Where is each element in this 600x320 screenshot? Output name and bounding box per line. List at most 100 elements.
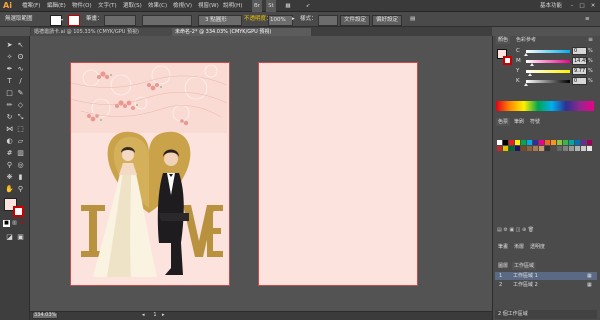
eraser-tool-icon[interactable]: ◇: [15, 100, 26, 111]
style-picker[interactable]: [318, 15, 338, 26]
tab-document-2[interactable]: 未命名-2* @ 334.03% (CMYK/GPU 預視): [172, 28, 311, 36]
direct-selection-tool-icon[interactable]: ↖: [15, 40, 26, 51]
stroke-color-box[interactable]: [13, 206, 24, 217]
zoom-tool-icon[interactable]: ⚲: [15, 184, 26, 195]
swatch[interactable]: [521, 146, 526, 151]
artboard-number-field[interactable]: 1: [150, 312, 160, 319]
scale-tool-icon[interactable]: ⤡: [15, 112, 26, 123]
magic-wand-tool-icon[interactable]: ✧: [4, 52, 15, 63]
artboard-row-2[interactable]: 2 工作區域 2 ▦: [495, 281, 597, 289]
free-transform-tool-icon[interactable]: ⬚: [15, 124, 26, 135]
swatch[interactable]: [521, 140, 526, 145]
swatch[interactable]: [557, 140, 562, 145]
swatch[interactable]: [557, 146, 562, 151]
menu-view[interactable]: 檢視(V): [173, 0, 192, 12]
menu-help[interactable]: 說明(H): [223, 0, 242, 12]
chevron-right-icon[interactable]: ▸: [292, 15, 298, 24]
panel-menu-icon[interactable]: ≡: [585, 15, 593, 24]
swatch[interactable]: [545, 140, 550, 145]
slider-thumb[interactable]: [530, 63, 535, 66]
color-mode-icon[interactable]: ■: [3, 220, 10, 227]
swatch[interactable]: [533, 140, 538, 145]
menu-window[interactable]: 視窗(W): [198, 0, 219, 12]
stroke-swatch[interactable]: [68, 15, 80, 26]
zoom-field[interactable]: 334.03%: [32, 312, 58, 319]
swatch[interactable]: [539, 140, 544, 145]
curvature-tool-icon[interactable]: ∿: [15, 64, 26, 75]
menu-type[interactable]: 文字(T): [98, 0, 117, 12]
draw-normal-icon[interactable]: ◪: [4, 232, 15, 243]
stroke-weight-field[interactable]: [104, 15, 136, 26]
swatch[interactable]: [509, 146, 514, 151]
maximize-icon[interactable]: □: [578, 0, 586, 12]
none-mode-icon[interactable]: ⊘: [19, 220, 26, 227]
swatch[interactable]: [575, 140, 580, 145]
swatch[interactable]: [515, 140, 520, 145]
shape-builder-tool-icon[interactable]: ◐: [4, 136, 15, 147]
swatch[interactable]: [539, 146, 544, 151]
minimize-icon[interactable]: –: [568, 0, 576, 12]
tab-color[interactable]: 顏色: [496, 36, 511, 44]
line-tool-icon[interactable]: /: [15, 76, 26, 87]
align-icon[interactable]: ▤: [410, 15, 418, 24]
graph-tool-icon[interactable]: ▮: [15, 172, 26, 183]
swatch[interactable]: [587, 146, 592, 151]
artboard-1[interactable]: [70, 62, 230, 286]
type-tool-icon[interactable]: T: [4, 76, 15, 87]
arrange-icon[interactable]: ▦: [282, 0, 294, 12]
opacity-field[interactable]: 100%: [268, 15, 293, 26]
swatch[interactable]: [581, 146, 586, 151]
bridge-icon[interactable]: Br: [252, 0, 262, 12]
artboard-options-icon[interactable]: ▦: [587, 272, 592, 280]
eyedropper-tool-icon[interactable]: ⚲: [4, 160, 15, 171]
tab-swatches[interactable]: 色票: [496, 118, 511, 126]
gpu-icon[interactable]: ➶: [302, 0, 314, 12]
swatch[interactable]: [587, 140, 592, 145]
blend-tool-icon[interactable]: ◎: [15, 160, 26, 171]
artboard-2[interactable]: [258, 62, 418, 286]
selection-tool-icon[interactable]: ➤: [4, 40, 15, 51]
brush-definition[interactable]: 3 點圓形: [198, 15, 242, 26]
swatch[interactable]: [545, 146, 550, 151]
tab-gradient[interactable]: 漸層: [512, 243, 526, 251]
channel-m-slider[interactable]: [526, 60, 570, 66]
swatch[interactable]: [497, 146, 502, 151]
width-tool-icon[interactable]: ⋈: [4, 124, 15, 135]
gradient-mode-icon[interactable]: ▥: [11, 220, 18, 227]
hand-tool-icon[interactable]: ✋: [4, 184, 15, 195]
swatch[interactable]: [515, 146, 520, 151]
previous-artboard-icon[interactable]: ◂: [142, 312, 148, 319]
close-icon[interactable]: ✕: [589, 0, 597, 12]
channel-k-slider[interactable]: [524, 80, 570, 86]
workspace-switcher[interactable]: 基本功能: [540, 0, 562, 12]
channel-k-value[interactable]: 0: [572, 77, 587, 85]
tab-artboards[interactable]: 工作區域: [512, 262, 537, 270]
tab-layers[interactable]: 圖層: [496, 262, 510, 270]
swatch[interactable]: [569, 140, 574, 145]
tab-document-1[interactable]: 婚禮邀請卡.ai @ 105.33% (CMYK/GPU 預視): [31, 28, 174, 36]
gradient-tool-icon[interactable]: ▥: [15, 148, 26, 159]
color-spectrum[interactable]: [496, 101, 594, 111]
swatch[interactable]: [527, 146, 532, 151]
variable-width-profile[interactable]: [142, 15, 192, 26]
pencil-tool-icon[interactable]: ✏: [4, 100, 15, 111]
chevron-down-icon[interactable]: ▾: [61, 15, 66, 24]
rotate-tool-icon[interactable]: ↻: [4, 112, 15, 123]
swatch[interactable]: [551, 146, 556, 151]
tab-symbols[interactable]: 符號: [528, 118, 542, 126]
tab-stroke[interactable]: 筆畫: [496, 243, 510, 251]
channel-c-slider[interactable]: [524, 50, 570, 56]
menu-select[interactable]: 選取(S): [123, 0, 142, 12]
swatch[interactable]: [563, 146, 568, 151]
next-artboard-icon[interactable]: ▸: [162, 312, 168, 319]
artboard-row-1[interactable]: 1 工作區域 1 ▦: [495, 272, 597, 280]
tab-color-guide[interactable]: 色彩參考: [514, 36, 538, 44]
menu-file[interactable]: 檔案(F): [22, 0, 40, 12]
artboard-options-icon[interactable]: ▦: [587, 281, 592, 289]
lasso-tool-icon[interactable]: ʘ: [15, 52, 26, 63]
menu-effect[interactable]: 效果(C): [148, 0, 167, 12]
document-setup-button[interactable]: 文件設定: [340, 15, 370, 26]
channel-c-value[interactable]: 0: [572, 47, 587, 55]
swatch[interactable]: [551, 140, 556, 145]
paintbrush-tool-icon[interactable]: ✎: [15, 88, 26, 99]
